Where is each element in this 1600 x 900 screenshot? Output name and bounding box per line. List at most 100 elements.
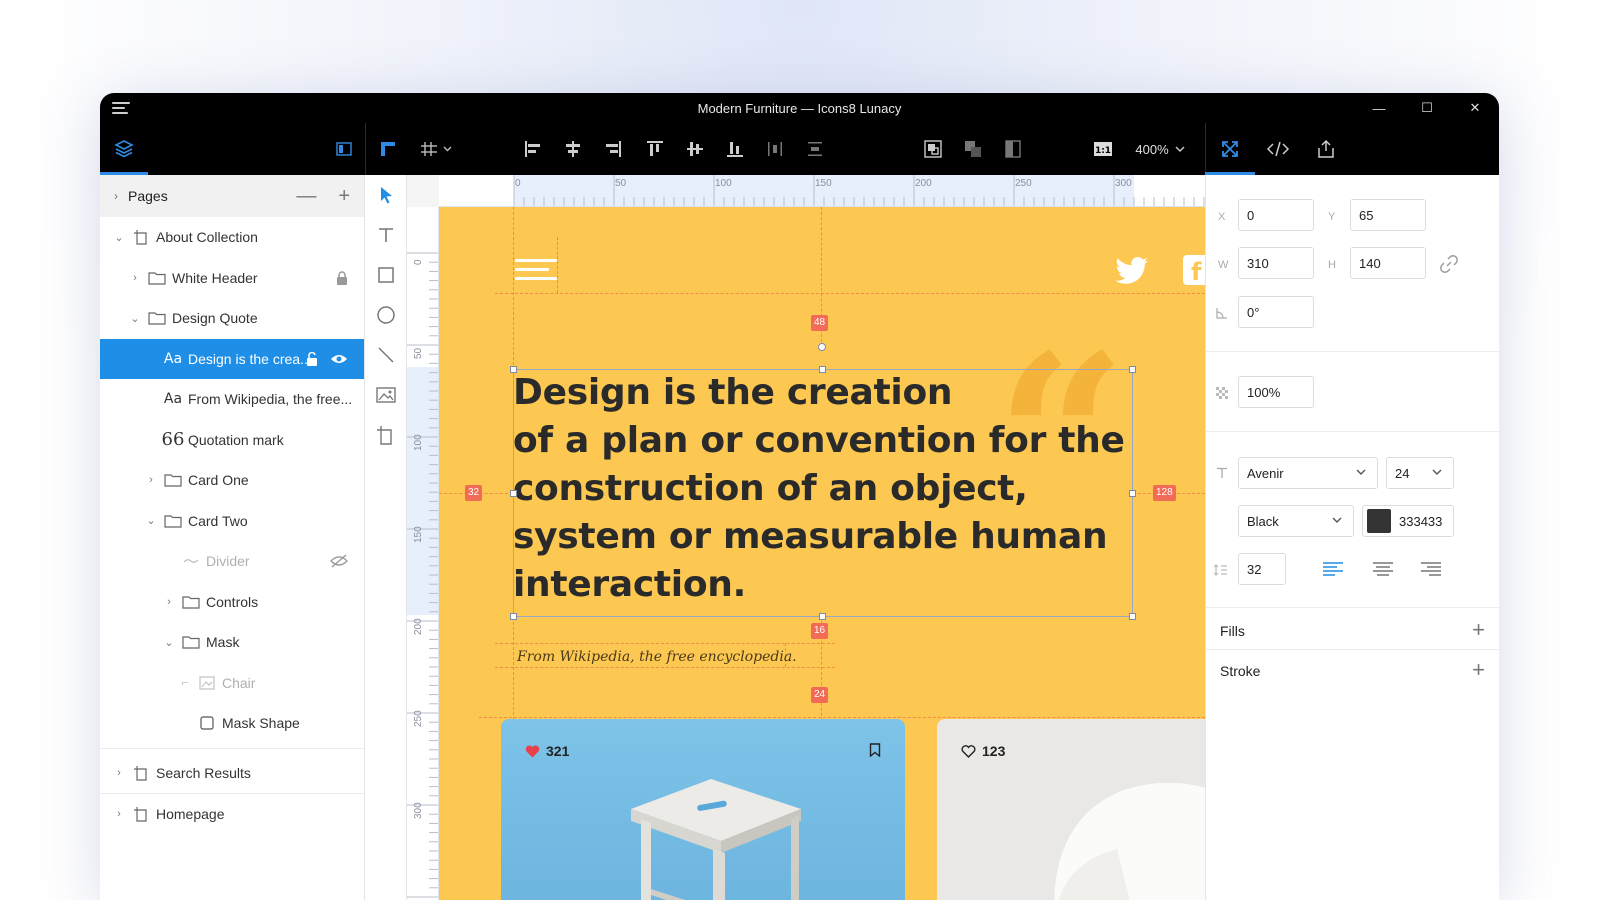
text-align-center-icon[interactable] [1372,561,1394,577]
group-icon[interactable] [918,123,948,175]
zoom-dropdown[interactable]: 400% [1130,123,1190,175]
fills-section-title[interactable]: Fills [1220,623,1245,639]
select-tool-icon[interactable] [365,175,407,215]
align-bottom-icon[interactable] [720,123,750,175]
chevron-down-icon[interactable]: ⌄ [112,231,126,244]
opacity-input[interactable]: 100% [1238,376,1314,408]
toggle-panel-icon[interactable] [326,123,362,175]
align-center-horizontal-icon[interactable] [558,123,588,175]
hamburger-menu-icon[interactable] [112,102,130,114]
mask-icon[interactable] [958,123,988,175]
actual-size-icon[interactable]: 1:1 [1088,123,1118,175]
rotate-handle[interactable] [818,343,826,351]
flatten-icon[interactable] [998,123,1028,175]
resize-handle[interactable] [819,366,826,373]
layer-row[interactable]: ⌄ Card Two [100,501,364,542]
layer-row[interactable]: 66 Quotation mark [100,420,364,461]
layer-row[interactable]: › Controls [100,582,364,623]
layer-row[interactable]: Aa Design is the crea... [100,338,364,379]
chevron-right-icon[interactable]: › [114,189,128,203]
text-align-left-icon[interactable] [1322,561,1344,577]
chevron-down-icon[interactable]: ⌄ [144,514,158,527]
font-weight-select[interactable]: Black [1238,505,1354,537]
artboard-tool-icon[interactable] [365,415,407,455]
resize-handle[interactable] [1129,490,1136,497]
rectangle-tool-icon[interactable] [365,255,407,295]
heart-outline-icon[interactable] [961,744,976,758]
x-input[interactable]: 0 [1238,199,1314,231]
eye-icon[interactable] [330,353,348,365]
resize-handle[interactable] [510,366,517,373]
ellipse-tool-icon[interactable] [365,295,407,335]
image-tool-icon[interactable] [365,375,407,415]
resize-handle[interactable] [510,613,517,620]
pages-header[interactable]: › Pages — + [100,175,364,217]
text-align-right-icon[interactable] [1420,561,1442,577]
distribute-vertical-icon[interactable] [800,123,830,175]
layer-row[interactable]: ⌐ Chair [100,663,364,704]
chevron-right-icon[interactable]: › [144,474,158,486]
add-fill-icon[interactable]: + [1472,619,1485,641]
layer-row[interactable]: Aa From Wikipedia, the free... [100,379,364,420]
maximize-button[interactable]: ☐ [1403,93,1451,123]
align-left-icon[interactable] [518,123,548,175]
font-family-select[interactable]: Avenir [1238,457,1378,489]
citation-text[interactable]: From Wikipedia, the free encyclopedia. [517,649,797,665]
page-row[interactable]: › Homepage [100,794,364,835]
stroke-section-title[interactable]: Stroke [1220,663,1260,679]
add-page-icon[interactable]: + [338,185,350,208]
color-swatch[interactable] [1367,509,1391,533]
card-two[interactable]: 123 [937,719,1205,900]
ruler-icon[interactable] [370,123,406,175]
link-icon[interactable] [1440,255,1458,273]
resize-arrows-icon[interactable] [1210,123,1250,175]
artboard[interactable]: f “ Design is the creation of a plan or … [439,207,1205,900]
selection-box[interactable] [513,369,1133,617]
layer-row[interactable]: › Card One [100,460,364,501]
collapse-pages-icon[interactable]: — [296,185,316,208]
chevron-right-icon[interactable]: › [112,767,126,779]
layer-row[interactable]: Divider [100,541,364,582]
chevron-right-icon[interactable]: › [128,272,142,284]
lock-icon[interactable] [336,271,348,285]
height-input[interactable]: 140 [1350,247,1426,279]
distribute-horizontal-icon[interactable] [760,123,790,175]
chevron-right-icon[interactable]: › [162,596,176,608]
width-input[interactable]: 310 [1238,247,1314,279]
align-top-icon[interactable] [640,123,670,175]
eye-hidden-icon[interactable] [330,554,348,568]
unlock-icon[interactable] [306,351,318,366]
heart-filled-icon[interactable] [525,745,540,758]
align-right-icon[interactable] [598,123,628,175]
minimize-button[interactable]: — [1355,93,1403,123]
layer-row[interactable]: Mask Shape [100,703,364,744]
line-height-input[interactable]: 32 [1238,553,1286,585]
resize-handle[interactable] [1129,613,1136,620]
card-one[interactable]: 321 [501,719,905,900]
layers-icon[interactable] [104,123,144,175]
text-tool-icon[interactable] [365,215,407,255]
page-row[interactable]: › Search Results [100,753,364,794]
close-button[interactable]: ✕ [1451,93,1499,123]
font-size-select[interactable]: 24 [1386,457,1454,489]
resize-handle[interactable] [819,613,826,620]
line-tool-icon[interactable] [365,335,407,375]
layer-row[interactable]: ⌄ Design Quote [100,298,364,339]
canvas[interactable]: 0 50 100 150 200 250 300 0 50 100 150 20… [407,175,1205,900]
chevron-right-icon[interactable]: › [112,808,126,820]
chevron-down-icon[interactable]: ⌄ [128,312,142,325]
y-input[interactable]: 65 [1350,199,1426,231]
add-stroke-icon[interactable]: + [1472,659,1485,681]
chevron-down-icon[interactable]: ⌄ [162,636,176,649]
resize-handle[interactable] [510,490,517,497]
layer-row[interactable]: ⌄ Mask [100,622,364,663]
grid-icon[interactable] [412,123,462,175]
rotation-input[interactable]: 0° [1238,296,1314,328]
layer-row[interactable]: › White Header [100,258,364,299]
text-color-field[interactable]: 333433 [1362,505,1454,537]
layer-row[interactable]: ⌄ About Collection [100,217,364,258]
align-middle-vertical-icon[interactable] [680,123,710,175]
bookmark-icon[interactable] [869,743,881,757]
resize-handle[interactable] [1129,366,1136,373]
code-icon[interactable] [1258,123,1298,175]
